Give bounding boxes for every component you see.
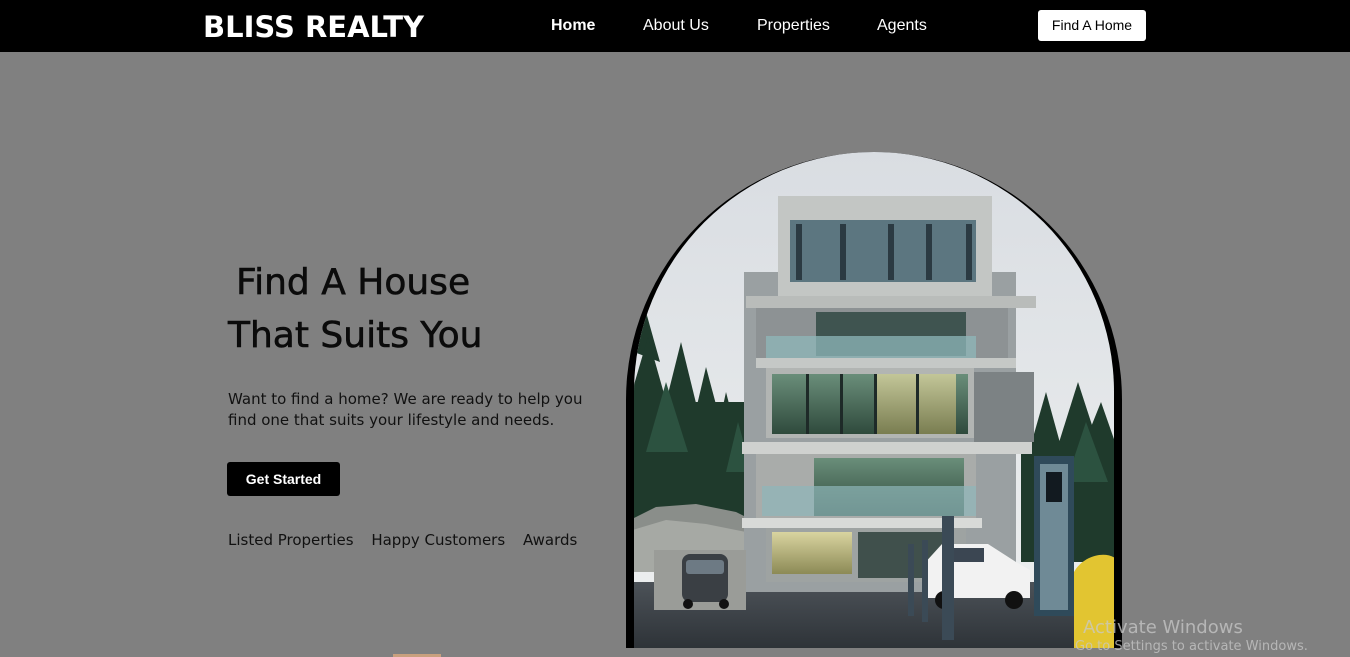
stats-row: Listed Properties Happy Customers Awards: [228, 530, 590, 551]
watermark-line-1: Activate Windows: [1083, 617, 1243, 638]
nav-agents[interactable]: Agents: [877, 15, 927, 37]
get-started-button[interactable]: Get Started: [227, 462, 340, 496]
find-a-home-button[interactable]: Find A Home: [1038, 10, 1146, 41]
hero-house-image: [626, 152, 1122, 648]
hero-title: Find A House That Suits You: [228, 256, 628, 362]
windows-activation-watermark: Activate Windows Go to Settings to activ…: [1075, 617, 1308, 655]
nav-home[interactable]: Home: [551, 15, 595, 37]
brand-logo[interactable]: BLISS REALTY: [203, 8, 424, 46]
hero-title-line-1: Find A House: [236, 262, 471, 304]
navbar: BLISS REALTY Home About Us Properties Ag…: [0, 0, 1350, 52]
nav-about-us[interactable]: About Us: [643, 15, 709, 37]
hero-title-line-2: That Suits You: [228, 315, 483, 357]
stat-listed-properties: Listed Properties: [228, 531, 354, 549]
hero-subtitle: Want to find a home? We are ready to hel…: [228, 390, 583, 429]
nav-properties[interactable]: Properties: [757, 15, 830, 37]
watermark-line-2: Go to Settings to activate Windows.: [1075, 639, 1308, 654]
stat-awards: Awards: [522, 531, 578, 549]
stat-happy-customers: Happy Customers: [371, 531, 506, 549]
